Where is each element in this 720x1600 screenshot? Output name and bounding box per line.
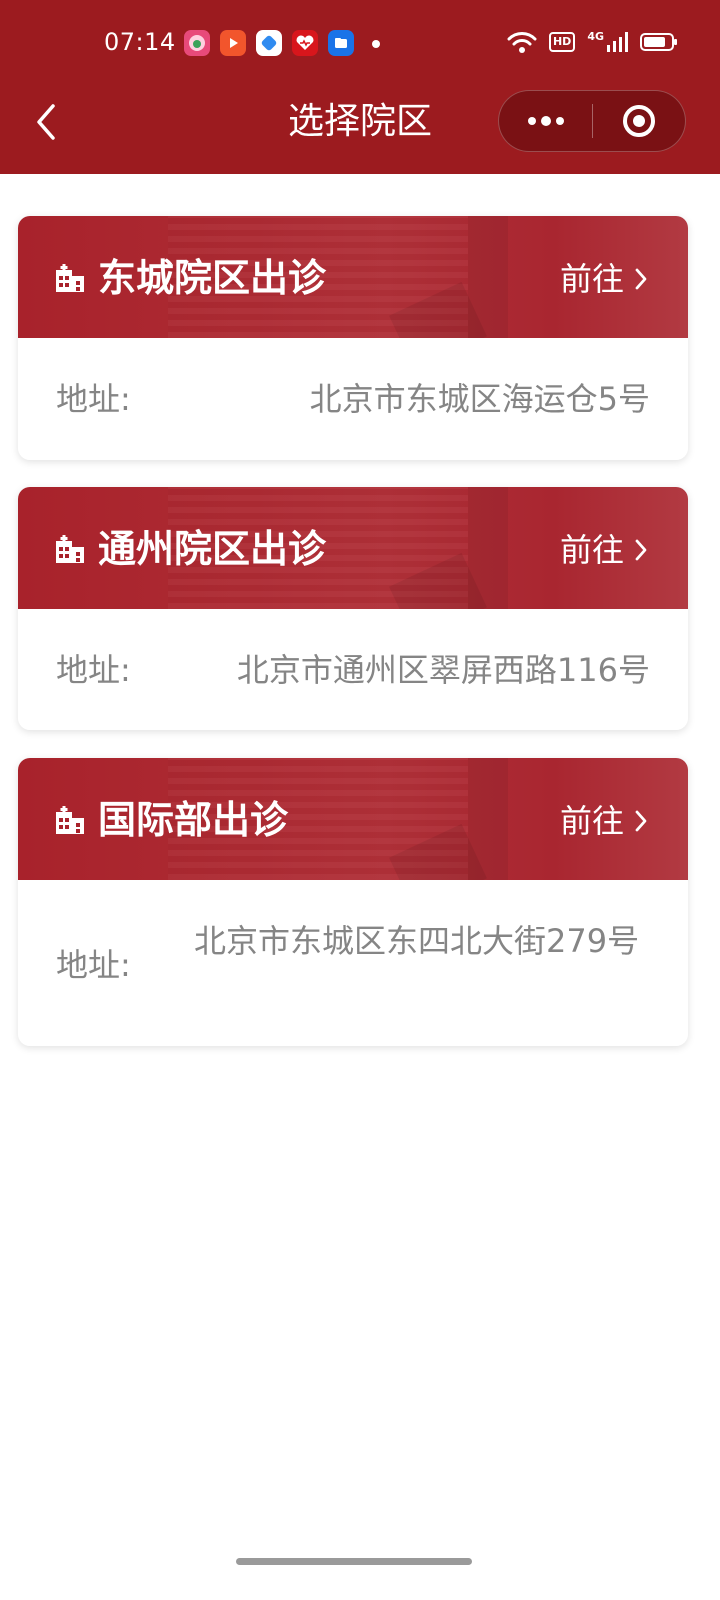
campus-card-international[interactable]: 国际部出诊 前往 地址: 北京市东城区东四北大街279号 xyxy=(18,758,688,1046)
campus-name: 东城院区出诊 xyxy=(98,256,327,300)
video-app-icon xyxy=(220,30,246,56)
health-app-icon xyxy=(292,30,318,56)
more-dots-icon xyxy=(527,116,564,126)
campus-card-header[interactable]: 国际部出诊 前往 xyxy=(18,758,688,880)
campus-name: 通州院区出诊 xyxy=(98,527,327,571)
go-button[interactable]: 前往 xyxy=(560,256,648,302)
top-bar: 07:14 HD 4G 选择院区 xyxy=(0,0,720,174)
address-label: 地址: xyxy=(56,380,131,418)
campus-card-header[interactable]: 东城院区出诊 前往 xyxy=(18,216,688,338)
address-label: 地址: xyxy=(56,651,131,689)
campus-card-body: 地址: 北京市东城区海运仓5号 xyxy=(18,338,688,460)
go-label: 前往 xyxy=(559,802,624,840)
more-notifications-dot xyxy=(372,40,380,48)
campus-name: 国际部出诊 xyxy=(98,798,289,842)
hospital-building-icon xyxy=(56,264,84,292)
screen: 07:14 HD 4G 选择院区 东城院区出诊 前往 地址: 北京市东城区海运仓… xyxy=(0,0,720,1600)
hd-voice-badge: HD xyxy=(548,32,576,52)
address-value: 北京市东城区东四北大街279号 xyxy=(194,922,640,960)
home-indicator[interactable] xyxy=(236,1558,472,1565)
campus-card-body: 地址: 北京市东城区东四北大街279号 xyxy=(18,880,688,1046)
campus-card-dongcheng[interactable]: 东城院区出诊 前往 地址: 北京市东城区海运仓5号 xyxy=(18,216,688,460)
wifi-icon xyxy=(507,32,537,53)
chevron-right-icon xyxy=(635,268,647,290)
battery-icon xyxy=(640,33,677,51)
more-button[interactable] xyxy=(499,91,592,151)
cellular-signal-icon: 4G xyxy=(587,31,628,53)
chevron-right-icon xyxy=(635,810,647,832)
files-app-icon xyxy=(328,30,354,56)
campus-card-tongzhou[interactable]: 通州院区出诊 前往 地址: 北京市通州区翠屏西路116号 xyxy=(18,487,688,730)
campus-card-body: 地址: 北京市通州区翠屏西路116号 xyxy=(18,609,688,730)
target-circle-icon xyxy=(623,105,655,137)
browser-app-icon xyxy=(256,30,282,56)
miniprogram-capsule xyxy=(498,90,686,152)
status-right-icons: HD 4G xyxy=(507,30,677,54)
campus-card-header[interactable]: 通州院区出诊 前往 xyxy=(18,487,688,609)
chevron-right-icon xyxy=(635,539,647,561)
network-type-label: 4G xyxy=(587,30,604,43)
address-value: 北京市通州区翠屏西路116号 xyxy=(236,651,650,689)
close-miniprogram-button[interactable] xyxy=(593,91,685,151)
hospital-building-icon xyxy=(56,535,84,563)
go-button[interactable]: 前往 xyxy=(560,527,648,573)
go-button[interactable]: 前往 xyxy=(560,798,648,844)
status-time: 07:14 xyxy=(104,28,176,56)
go-label: 前往 xyxy=(559,260,624,298)
hospital-building-icon xyxy=(56,806,84,834)
go-label: 前往 xyxy=(559,531,624,569)
address-value: 北京市东城区海运仓5号 xyxy=(309,380,650,418)
status-notification-icons xyxy=(184,30,354,56)
address-label: 地址: xyxy=(56,946,131,984)
shopping-app-icon xyxy=(184,30,210,56)
